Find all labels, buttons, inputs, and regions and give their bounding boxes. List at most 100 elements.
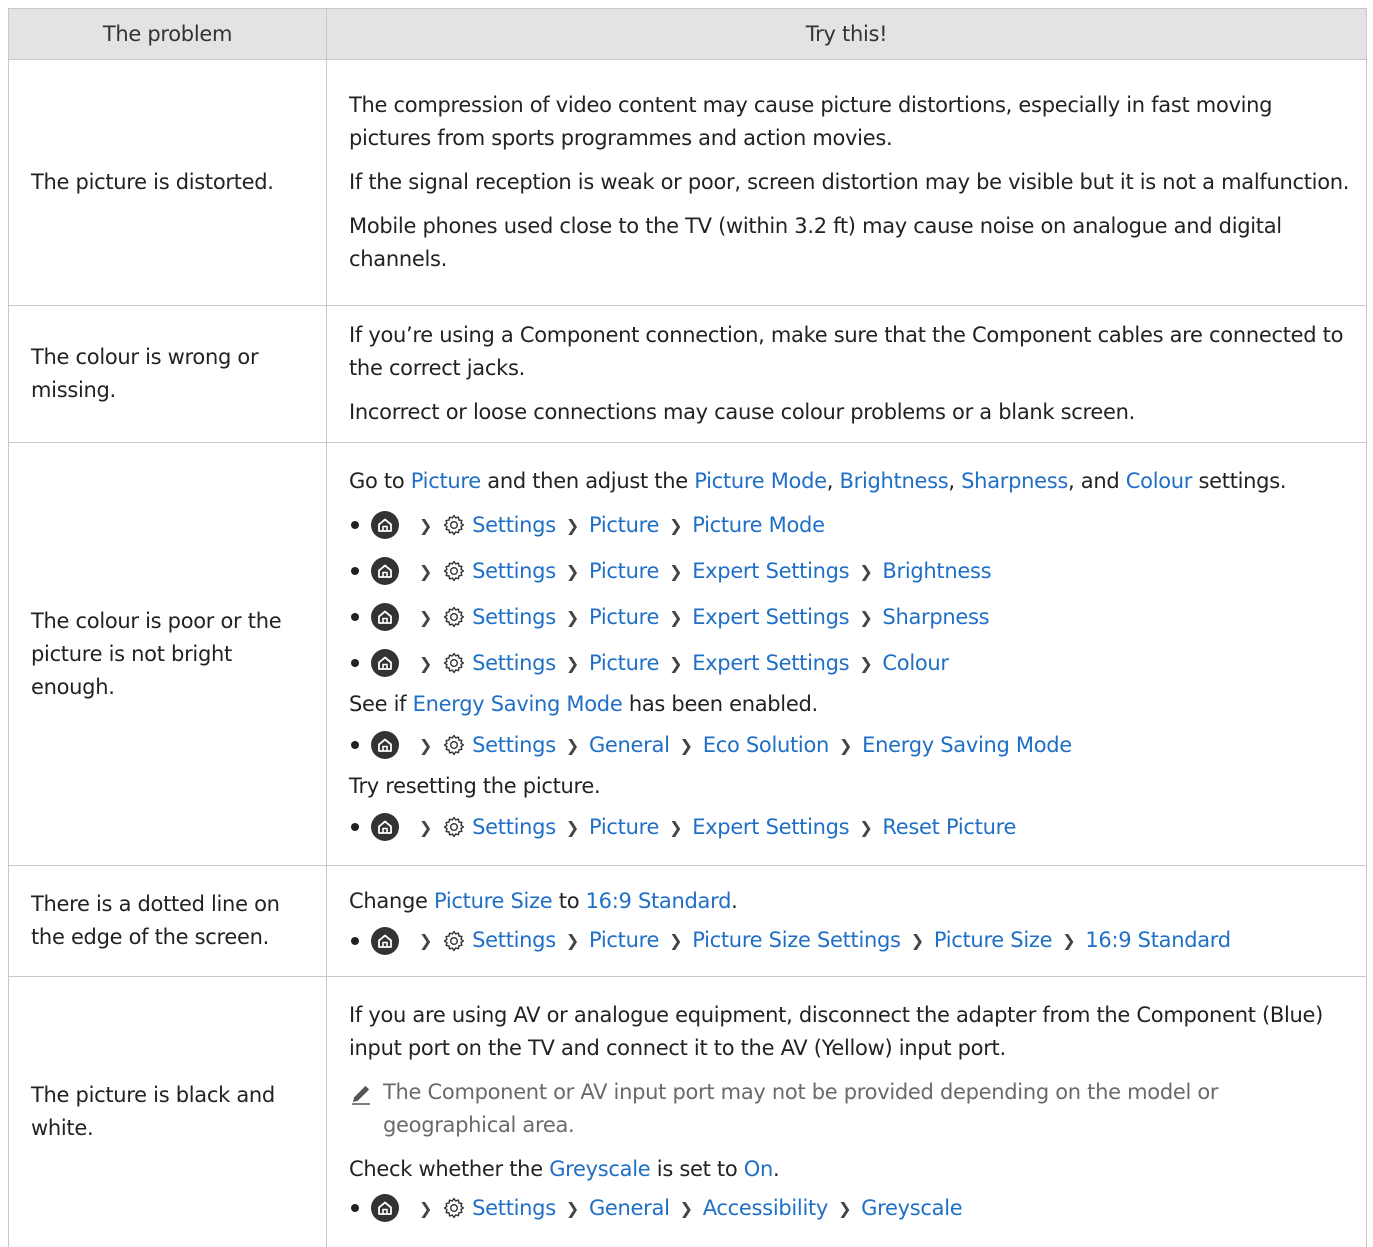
chevron-right-icon: ❯ (838, 1198, 852, 1218)
chevron-right-icon: ❯ (419, 931, 433, 950)
menu-path-item[interactable]: Picture (589, 811, 659, 844)
chevron-right-icon: ❯ (565, 817, 579, 837)
chevron-right-icon: ❯ (419, 1198, 433, 1218)
menu-path-item[interactable]: Energy Saving Mode (862, 729, 1072, 762)
table-header-row: The problem Try this! (8, 8, 1367, 60)
solution-text: Go to Picture and then adjust the Pictur… (349, 465, 1350, 498)
chevron-right-icon: ❯ (669, 817, 683, 837)
link-energy-saving-mode[interactable]: Energy Saving Mode (413, 692, 623, 716)
menu-path-item[interactable]: Picture (589, 555, 659, 588)
menu-path: ❯ Settings ❯ General ❯ Eco Solution ❯ Energy Sa… (349, 729, 1350, 762)
home-icon (371, 603, 399, 631)
link-sharpness[interactable]: Sharpness (961, 469, 1068, 493)
menu-path-item[interactable]: Brightness (882, 555, 991, 588)
solution-text: Change Picture Size to 16:9 Standard. (349, 885, 1350, 918)
solution-cell: If you are using AV or analogue equipmen… (326, 976, 1367, 1247)
home-icon (371, 511, 399, 539)
problem-cell: The picture is black and white. (8, 976, 327, 1247)
text-span: Change (349, 889, 434, 913)
chevron-right-icon: ❯ (679, 1198, 693, 1218)
menu-path-item[interactable]: Picture (589, 509, 659, 542)
home-icon (371, 557, 399, 585)
table-row: The colour is wrong or missing. If you’r… (8, 305, 1367, 443)
menu-path-item[interactable]: Reset Picture (882, 811, 1016, 844)
menu-path-item[interactable]: Settings (472, 601, 556, 634)
note: The Component or AV input port may not b… (349, 1076, 1350, 1142)
solution-text: Incorrect or loose connections may cause… (349, 400, 1136, 424)
bullet (351, 659, 359, 667)
gear-icon (442, 651, 466, 675)
menu-path-item[interactable]: Picture Size (934, 924, 1053, 957)
chevron-right-icon: ❯ (669, 607, 683, 627)
link-brightness[interactable]: Brightness (840, 469, 949, 493)
menu-path-item[interactable]: Settings (472, 1192, 556, 1225)
text-span: , (826, 468, 840, 493)
menu-path-item[interactable]: Picture (589, 647, 659, 680)
chevron-right-icon: ❯ (669, 653, 683, 673)
menu-path-item[interactable]: Sharpness (882, 601, 989, 634)
chevron-right-icon: ❯ (565, 931, 579, 950)
text-span: to (552, 889, 586, 913)
chevron-right-icon: ❯ (669, 931, 683, 950)
home-icon (371, 926, 399, 955)
link-16-9-standard[interactable]: 16:9 Standard (586, 889, 732, 913)
link-on[interactable]: On (744, 1157, 774, 1181)
solution-text: See if Energy Saving Mode has been enabl… (349, 688, 1350, 721)
chevron-right-icon: ❯ (565, 561, 579, 581)
gear-icon (442, 733, 466, 757)
solution-cell: Change Picture Size to 16:9 Standard. ❯ S… (326, 865, 1367, 977)
home-icon (371, 1194, 399, 1223)
chevron-right-icon: ❯ (419, 607, 433, 627)
menu-path-item[interactable]: General (589, 729, 670, 762)
home-icon (371, 649, 399, 677)
solution-text: Check whether the Greyscale is set to On… (349, 1153, 1350, 1186)
menu-path-item[interactable]: Expert Settings (692, 811, 849, 844)
bullet (351, 741, 359, 749)
table-row: The colour is poor or the picture is not… (8, 442, 1367, 866)
menu-path-item[interactable]: General (589, 1192, 670, 1225)
chevron-right-icon: ❯ (910, 931, 924, 950)
link-picture-mode[interactable]: Picture Mode (694, 469, 827, 493)
link-colour[interactable]: Colour (1126, 469, 1193, 493)
bullet (351, 823, 359, 831)
menu-path-item[interactable]: Eco Solution (703, 729, 830, 762)
menu-path-item[interactable]: Settings (472, 509, 556, 542)
chevron-right-icon: ❯ (419, 817, 433, 837)
gear-icon (442, 513, 466, 537)
menu-path-item[interactable]: Settings (472, 555, 556, 588)
menu-path-item[interactable]: Picture (589, 924, 659, 957)
menu-path-item[interactable]: Picture Size Settings (692, 924, 901, 957)
gear-icon (442, 559, 466, 583)
text-span: Check whether the (349, 1156, 550, 1181)
text-span: is set to (650, 1156, 744, 1181)
chevron-right-icon: ❯ (419, 653, 433, 673)
menu-path-item[interactable]: Expert Settings (692, 601, 849, 634)
text-span: has been enabled. (622, 691, 818, 716)
link-greyscale[interactable]: Greyscale (549, 1157, 651, 1181)
chevron-right-icon: ❯ (419, 735, 433, 755)
menu-path-item[interactable]: Settings (472, 729, 556, 762)
menu-path-item[interactable]: Picture (589, 601, 659, 634)
text-span: , and (1068, 468, 1126, 493)
menu-path-item[interactable]: Accessibility (703, 1192, 829, 1225)
chevron-right-icon: ❯ (669, 515, 683, 535)
menu-path-item[interactable]: Expert Settings (692, 555, 849, 588)
pencil-icon (349, 1082, 373, 1106)
menu-path-item[interactable]: Colour (882, 647, 949, 680)
link-picture-size[interactable]: Picture Size (434, 889, 553, 913)
menu-path-item[interactable]: Settings (472, 647, 556, 680)
link-picture[interactable]: Picture (411, 469, 481, 493)
menu-path-item[interactable]: Settings (472, 924, 556, 957)
header-problem: The problem (8, 8, 327, 60)
menu-path-item[interactable]: Greyscale (861, 1192, 963, 1225)
problem-cell: There is a dotted line on the edge of th… (8, 865, 327, 977)
solution-cell: If you’re using a Component connection, … (326, 305, 1367, 443)
menu-path: ❯ Settings ❯ Picture ❯ Picture Size Settings ❯… (349, 924, 1350, 957)
menu-path-item[interactable]: Picture Mode (692, 509, 825, 542)
menu-path-item[interactable]: Settings (472, 811, 556, 844)
menu-path-item[interactable]: Expert Settings (692, 647, 849, 680)
chevron-right-icon: ❯ (679, 735, 693, 755)
solution-text: Try resetting the picture. (349, 773, 601, 798)
menu-path-item[interactable]: 16:9 Standard (1085, 924, 1231, 957)
bullet (351, 936, 359, 945)
